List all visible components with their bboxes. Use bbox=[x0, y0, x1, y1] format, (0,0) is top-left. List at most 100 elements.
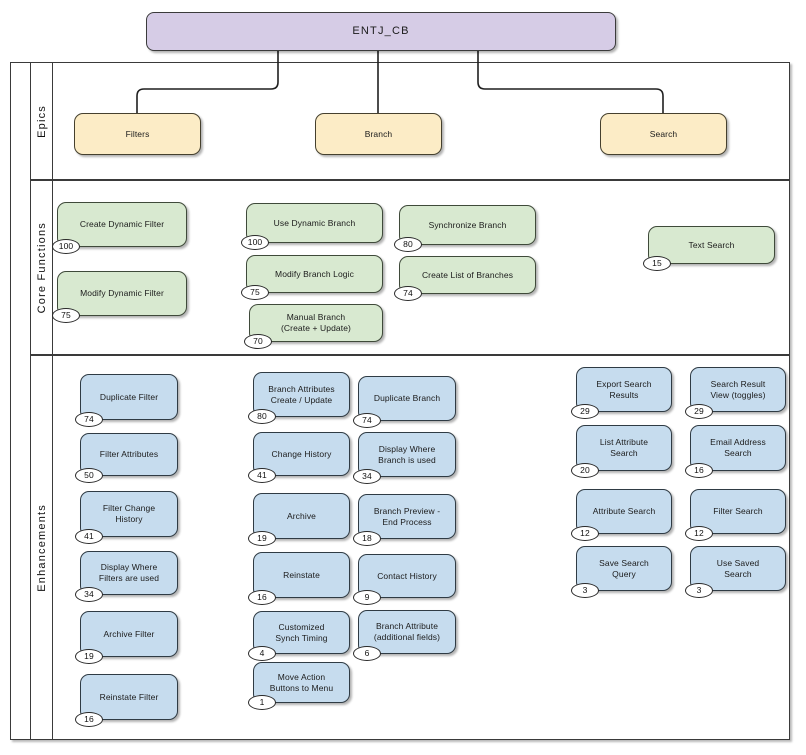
enh-reinstate-filter-badge: 16 bbox=[75, 712, 103, 727]
enh-node-archive-filter[interactable]: Archive Filter 19 bbox=[75, 611, 178, 664]
enh-email-address-search-label: Email Address Search bbox=[710, 437, 766, 458]
enh-node-change-history[interactable]: Change History 41 bbox=[248, 432, 350, 483]
enh-node-branch-preview-end-process[interactable]: Branch Preview - End Process 18 bbox=[353, 494, 456, 546]
enh-node-use-saved-search[interactable]: Use Saved Search 3 bbox=[685, 546, 786, 598]
core-create-list-of-branches-label: Create List of Branches bbox=[421, 269, 514, 280]
enh-node-customized-synch-timing[interactable]: Customized Synch Timing 4 bbox=[248, 611, 350, 661]
lane-core-functions-title: Core Functions bbox=[31, 181, 53, 354]
enh-node-search-result-view-toggles[interactable]: Search Result View (toggles) 29 bbox=[685, 367, 786, 419]
enh-node-filter-attributes[interactable]: Filter Attributes 50 bbox=[75, 433, 178, 483]
enh-branch-preview-end-process-badge: 18 bbox=[353, 531, 381, 546]
core-node-modify-dynamic-filter[interactable]: Modify Dynamic Filter 75 bbox=[52, 271, 187, 323]
enh-customized-synch-timing-label: Customized Synch Timing bbox=[275, 621, 328, 643]
epic-node-filters[interactable]: Filters bbox=[74, 113, 201, 155]
core-node-manual-branch[interactable]: Manual Branch (Create + Update) 70 bbox=[244, 304, 383, 349]
enh-filter-attributes-badge: 50 bbox=[75, 468, 103, 483]
core-node-modify-branch-logic[interactable]: Modify Branch Logic 75 bbox=[241, 255, 383, 300]
enh-node-branch-attribute-additional-fields[interactable]: Branch Attribute (additional fields) 6 bbox=[353, 610, 456, 661]
enh-node-display-where-filters-are-used[interactable]: Display Where Filters are used 34 bbox=[75, 551, 178, 602]
enh-archive-filter-badge: 19 bbox=[75, 649, 103, 664]
core-synchronize-branch-badge: 80 bbox=[394, 237, 422, 252]
enh-email-address-search-badge: 16 bbox=[685, 463, 713, 478]
enh-export-search-results-label: Export Search Results bbox=[596, 378, 652, 400]
enh-archive-badge: 19 bbox=[248, 531, 276, 546]
epic-search-label: Search bbox=[649, 128, 678, 139]
root-node-label: ENTJ_CB bbox=[352, 25, 410, 37]
enh-node-reinstate-filter[interactable]: Reinstate Filter 16 bbox=[75, 674, 178, 727]
core-create-list-of-branches-badge: 74 bbox=[394, 286, 422, 301]
diagram-canvas: Epics Core Functions Enhancements ENTJ_C… bbox=[0, 0, 806, 755]
enh-export-search-results-badge: 29 bbox=[571, 404, 599, 419]
core-node-use-dynamic-branch[interactable]: Use Dynamic Branch 100 bbox=[241, 203, 383, 250]
core-create-dynamic-filter-badge: 100 bbox=[52, 239, 80, 254]
enh-save-search-query-label: Save Search Query bbox=[599, 557, 649, 579]
enh-list-attribute-search-label: List Attribute Search bbox=[599, 437, 649, 458]
enh-attribute-search-label: Attribute Search bbox=[592, 506, 656, 516]
enh-use-saved-search-badge: 3 bbox=[685, 583, 713, 598]
core-node-create-dynamic-filter[interactable]: Create Dynamic Filter 100 bbox=[52, 202, 187, 254]
lane-enhancements-label: Enhancements bbox=[35, 503, 48, 592]
enh-display-where-branch-is-used-label: Display Where Branch is used bbox=[378, 443, 436, 465]
root-node-entj-cb[interactable]: ENTJ_CB bbox=[146, 12, 616, 51]
enh-search-result-view-toggles-badge: 29 bbox=[685, 404, 713, 419]
core-manual-branch-label: Manual Branch (Create + Update) bbox=[281, 312, 351, 333]
enh-filter-attributes-label: Filter Attributes bbox=[99, 449, 159, 459]
core-node-text-search[interactable]: Text Search 15 bbox=[643, 226, 775, 271]
core-modify-branch-logic-label: Modify Branch Logic bbox=[275, 268, 354, 279]
enh-display-where-branch-is-used-badge: 34 bbox=[353, 469, 381, 484]
enh-filter-change-history-badge: 41 bbox=[75, 529, 103, 544]
enh-branch-preview-end-process-label: Branch Preview - End Process bbox=[373, 505, 441, 527]
lane-epics-title: Epics bbox=[31, 63, 53, 179]
enh-branch-attributes-create-update-label: Branch Attributes Create / Update bbox=[268, 383, 335, 405]
enh-node-reinstate[interactable]: Reinstate 16 bbox=[248, 552, 350, 605]
enh-node-duplicate-filter[interactable]: Duplicate Filter 74 bbox=[75, 374, 178, 427]
enh-list-attribute-search-badge: 20 bbox=[571, 463, 599, 478]
lane-epics-label: Epics bbox=[35, 104, 48, 138]
epic-node-search[interactable]: Search bbox=[600, 113, 727, 155]
core-synchronize-branch-label: Synchronize Branch bbox=[428, 219, 507, 230]
enh-node-branch-attributes-create-update[interactable]: Branch Attributes Create / Update 80 bbox=[248, 372, 350, 424]
core-use-dynamic-branch-label: Use Dynamic Branch bbox=[273, 217, 356, 228]
lane-core-functions-label: Core Functions bbox=[35, 221, 48, 314]
enh-duplicate-branch-label: Duplicate Branch bbox=[373, 393, 441, 403]
enh-node-attribute-search[interactable]: Attribute Search 12 bbox=[571, 489, 672, 541]
core-text-search-badge: 15 bbox=[643, 256, 671, 271]
enh-move-action-buttons-to-menu-badge: 1 bbox=[248, 695, 276, 710]
epic-node-branch[interactable]: Branch bbox=[315, 113, 442, 155]
enh-attribute-search-badge: 12 bbox=[571, 526, 599, 541]
enh-reinstate-filter-label: Reinstate Filter bbox=[99, 691, 159, 702]
core-modify-dynamic-filter-label: Modify Dynamic Filter bbox=[80, 288, 164, 298]
enh-save-search-query-badge: 3 bbox=[571, 583, 599, 598]
core-manual-branch-badge: 70 bbox=[244, 334, 272, 349]
enh-duplicate-filter-badge: 74 bbox=[75, 412, 103, 427]
enh-branch-attribute-additional-fields-badge: 6 bbox=[353, 646, 381, 661]
enh-node-filter-change-history[interactable]: Filter Change History 41 bbox=[75, 491, 178, 544]
core-node-create-list-of-branches[interactable]: Create List of Branches 74 bbox=[394, 256, 536, 301]
enh-node-filter-search[interactable]: Filter Search 12 bbox=[685, 489, 786, 541]
enh-node-archive[interactable]: Archive 19 bbox=[248, 493, 350, 546]
enh-node-contact-history[interactable]: Contact History 9 bbox=[353, 554, 456, 605]
enh-node-email-address-search[interactable]: Email Address Search 16 bbox=[685, 425, 786, 478]
enh-node-display-where-branch-is-used[interactable]: Display Where Branch is used 34 bbox=[353, 432, 456, 484]
enh-archive-filter-label: Archive Filter bbox=[103, 628, 155, 639]
core-node-synchronize-branch[interactable]: Synchronize Branch 80 bbox=[394, 205, 536, 252]
enh-node-export-search-results[interactable]: Export Search Results 29 bbox=[571, 367, 672, 419]
enh-node-duplicate-branch[interactable]: Duplicate Branch 74 bbox=[353, 376, 456, 428]
enh-move-action-buttons-to-menu-label: Move Action Buttons to Menu bbox=[269, 671, 334, 693]
core-modify-branch-logic-badge: 75 bbox=[241, 285, 269, 300]
enh-node-save-search-query[interactable]: Save Search Query 3 bbox=[571, 546, 672, 598]
enh-node-list-attribute-search[interactable]: List Attribute Search 20 bbox=[571, 425, 672, 478]
enh-customized-synch-timing-badge: 4 bbox=[248, 646, 276, 661]
enh-display-where-filters-are-used-label: Display Where Filters are used bbox=[98, 562, 160, 583]
core-use-dynamic-branch-badge: 100 bbox=[241, 235, 269, 250]
enh-display-where-filters-are-used-badge: 34 bbox=[75, 587, 103, 602]
enh-node-move-action-buttons-to-menu[interactable]: Move Action Buttons to Menu 1 bbox=[248, 662, 350, 710]
enh-contact-history-badge: 9 bbox=[353, 590, 381, 605]
lane-enhancements-title: Enhancements bbox=[31, 356, 53, 739]
enh-filter-search-label: Filter Search bbox=[713, 506, 763, 516]
epic-filters-label: Filters bbox=[125, 128, 150, 139]
enh-change-history-label: Change History bbox=[271, 448, 332, 459]
enh-duplicate-branch-badge: 74 bbox=[353, 413, 381, 428]
core-modify-dynamic-filter-badge: 75 bbox=[52, 308, 80, 323]
enh-branch-attributes-create-update-badge: 80 bbox=[248, 409, 276, 424]
